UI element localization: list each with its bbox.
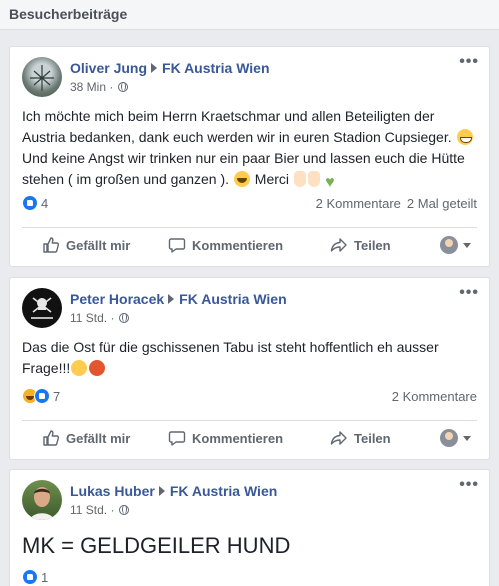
ok-hand-emoji-icon [307,171,320,187]
share-button[interactable]: Teilen [330,230,391,262]
more-options-button[interactable]: ••• [459,53,479,71]
like-button[interactable]: Gefällt mir [42,423,130,455]
author-link[interactable]: Lukas Huber [70,483,155,499]
post-stats: 7 2 Kommentare [22,387,477,407]
post-stats: 1 [22,568,477,586]
avatar[interactable] [22,480,62,520]
thumbs-up-icon [42,427,60,446]
section-header: Besucherbeiträge [0,0,499,30]
reactions-summary[interactable]: 1 [22,569,48,586]
angry-face-emoji-icon [89,360,106,376]
comment-button[interactable]: Kommentieren [168,230,283,262]
comment-button[interactable]: Kommentieren [168,423,283,455]
comment-icon [168,234,186,253]
more-options-button[interactable]: ••• [459,476,479,494]
post-peter-horacek: Peter Horacek FK Austria Wien 11 Std. · •… [9,277,490,460]
post-as-selector[interactable] [440,423,471,455]
post-actions: Gefällt mir Kommentieren Teilen [22,230,477,262]
share-icon [330,234,348,252]
post-header: Oliver Jung FK Austria Wien 38 Min · ••• [22,53,478,99]
post-oliver-jung: Oliver Jung FK Austria Wien 38 Min · ••• … [9,46,490,267]
arrow-right-icon [158,486,165,496]
like-reaction-icon [34,388,50,404]
post-text-line: MK = GELDGEILER HUND [22,533,291,558]
laughing-face-emoji-icon [233,171,250,187]
post-time[interactable]: 11 Std. [70,311,107,325]
share-label: Teilen [354,238,391,253]
post-actions: Gefällt mir Kommentieren Teilen [22,423,477,455]
more-options-button[interactable]: ••• [459,284,479,302]
grinning-face-emoji-icon [456,129,473,145]
reaction-count: 1 [41,570,49,585]
face-with-steam-emoji-icon [71,360,88,376]
stats-right: 2 Kommentare 2 Mal geteilt [310,196,477,211]
avatar[interactable] [22,57,62,97]
like-label: Gefällt mir [66,431,131,446]
share-icon [330,427,348,445]
stats-right: 2 Kommentare [386,389,477,404]
post-stats: 4 2 Kommentare 2 Mal geteilt [22,194,477,214]
reactions-summary[interactable]: 7 [22,388,60,406]
post-header: Peter Horacek FK Austria Wien 11 Std. · •… [22,284,478,330]
comment-icon [168,427,186,446]
caret-down-icon [463,243,471,248]
post-lukas-huber: Lukas Huber FK Austria Wien 11 Std. · •••… [9,469,490,586]
comment-label: Kommentieren [192,238,284,253]
reaction-count: 4 [41,196,49,211]
post-author-line: Lukas Huber FK Austria Wien [70,483,277,499]
share-button[interactable]: Teilen [330,423,391,455]
meta-separator: · [110,311,115,325]
post-text: Das die Ost für die gschissenen Tabu ist… [22,337,477,379]
divider [22,227,477,228]
like-label: Gefällt mir [66,238,131,253]
post-meta: 11 Std. · [70,311,130,325]
divider [22,420,477,421]
globe-icon [118,82,129,92]
meta-separator: · [109,80,114,94]
caret-down-icon [463,436,471,441]
viewer-avatar [440,236,458,254]
post-text-line: Merci [254,171,290,187]
green-heart-emoji-icon: ♥ [325,174,335,191]
avatar[interactable] [22,288,62,328]
post-text: MK = GELDGEILER HUND [22,532,477,560]
post-text-line: Ich möchte mich beim Herrn Kraetschmar u… [22,108,452,145]
post-time[interactable]: 11 Std. [70,503,107,517]
comment-count-link[interactable]: 2 Kommentare [316,196,401,211]
like-reaction-icon [22,195,38,211]
post-author-line: Oliver Jung FK Austria Wien [70,60,270,76]
author-link[interactable]: Oliver Jung [70,60,147,76]
page-link[interactable]: FK Austria Wien [179,291,286,307]
arrow-right-icon [168,294,175,304]
page-link[interactable]: FK Austria Wien [170,483,277,499]
post-meta: 11 Std. · [70,503,130,517]
like-button[interactable]: Gefällt mir [42,230,130,262]
comment-count-link[interactable]: 2 Kommentare [392,389,477,404]
comment-label: Kommentieren [192,431,284,446]
meta-separator: · [110,503,115,517]
post-time[interactable]: 38 Min [70,80,106,94]
reactions-summary[interactable]: 4 [22,195,48,213]
reaction-count: 7 [53,389,61,404]
thumbs-up-emoji-icon [293,171,306,187]
share-label: Teilen [354,431,391,446]
section-title: Besucherbeiträge [9,6,128,22]
post-author-line: Peter Horacek FK Austria Wien [70,291,287,307]
viewer-avatar [440,429,458,447]
globe-icon [119,313,130,323]
post-header: Lukas Huber FK Austria Wien 11 Std. · ••• [22,476,478,522]
thumbs-up-icon [42,234,60,253]
post-meta: 38 Min · [70,80,129,94]
share-count-link[interactable]: 2 Mal geteilt [407,196,477,211]
post-as-selector[interactable] [440,230,471,262]
like-reaction-icon [22,569,38,585]
arrow-right-icon [151,63,158,73]
page-link[interactable]: FK Austria Wien [162,60,269,76]
author-link[interactable]: Peter Horacek [70,291,164,307]
globe-icon [119,505,130,515]
post-text: Ich möchte mich beim Herrn Kraetschmar u… [22,106,477,191]
